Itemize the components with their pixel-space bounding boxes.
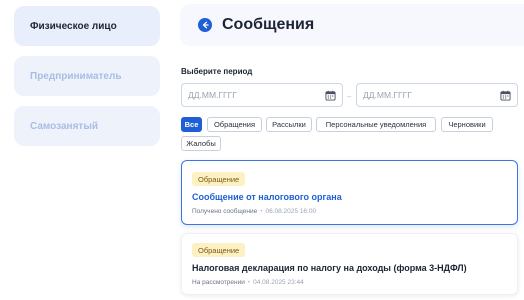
message-card[interactable]: Обращение Налоговая декларация по налогу… — [181, 233, 518, 295]
filter-chip-complaints[interactable]: Жалобы — [181, 136, 221, 151]
sidebar-item-entrepreneur[interactable]: Предприниматель — [14, 56, 160, 96]
filter-chip-personal-notifications[interactable]: Персональные уведомления — [316, 117, 436, 132]
meta-dot: • — [260, 208, 263, 215]
message-meta: На рассмотрении • 04.08.2025 23:44 — [192, 279, 304, 286]
calendar-icon[interactable] — [325, 90, 336, 101]
filter-chip-appeals[interactable]: Обращения — [207, 117, 262, 132]
message-title: Налоговая декларация по налогу на доходы… — [192, 263, 467, 273]
message-type-badge: Обращение — [192, 243, 246, 257]
sidebar-item-self-employed[interactable]: Самозанятый — [14, 106, 160, 146]
calendar-icon[interactable] — [500, 90, 511, 101]
message-date: 06.08.2025 16:00 — [265, 208, 317, 215]
sidebar-item-individual[interactable]: Физическое лицо — [14, 6, 160, 46]
filter-chip-mailings[interactable]: Рассылки — [266, 117, 312, 132]
filter-chip-all[interactable]: Все — [181, 117, 202, 132]
message-title: Сообщение от налогового органа — [192, 192, 342, 202]
filter-chip-drafts[interactable]: Черновики — [441, 117, 493, 132]
message-status: На рассмотрении — [192, 279, 245, 286]
date-to-placeholder: ДД.ММ.ГГГГ — [363, 90, 412, 100]
message-type-badge: Обращение — [192, 172, 246, 186]
page-title: Сообщения — [222, 16, 315, 33]
sidebar-item-label: Самозанятый — [30, 120, 99, 132]
date-from-placeholder: ДД.ММ.ГГГГ — [188, 90, 237, 100]
page-header: Сообщения — [180, 4, 524, 46]
date-from-field[interactable]: ДД.ММ.ГГГГ — [181, 83, 343, 107]
sidebar-item-label: Физическое лицо — [30, 20, 117, 32]
date-separator: – — [347, 92, 352, 101]
meta-dot: • — [247, 279, 251, 286]
message-date: 04.08.2025 23:44 — [253, 279, 304, 286]
message-status: Получено сообщение — [192, 208, 258, 215]
message-card[interactable]: Обращение Сообщение от налогового органа… — [181, 160, 518, 225]
date-to-field[interactable]: ДД.ММ.ГГГГ — [356, 83, 518, 107]
sidebar-item-label: Предприниматель — [30, 70, 122, 82]
period-label: Выберите период — [181, 67, 253, 76]
arrow-left-icon — [202, 21, 209, 29]
back-button[interactable] — [198, 18, 212, 32]
message-meta: Получено сообщение • 06.08.2025 16:00 — [192, 208, 316, 215]
